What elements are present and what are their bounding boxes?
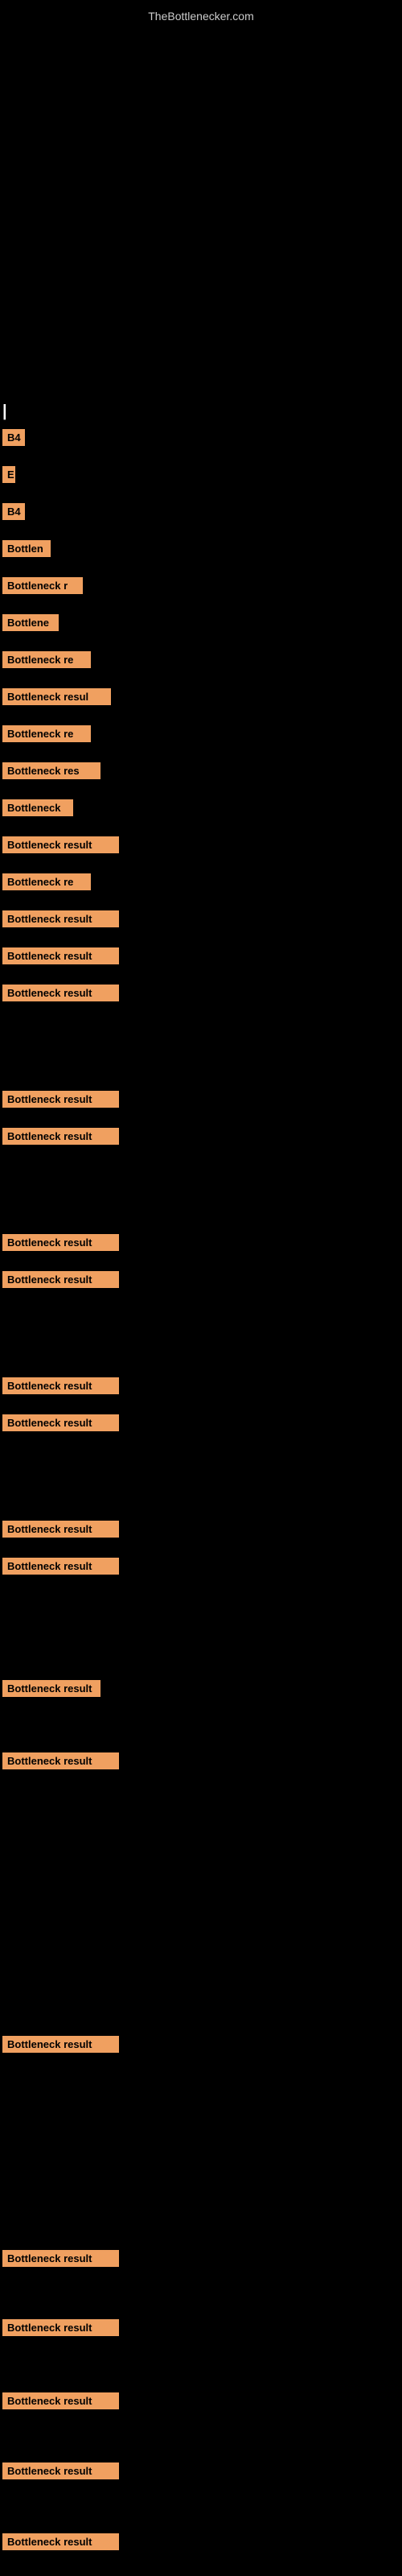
bottleneck-label-20: Bottleneck result bbox=[2, 1271, 119, 1288]
bottleneck-label-32: Bottleneck result bbox=[2, 2533, 119, 2550]
bottleneck-label-6: Bottlene bbox=[2, 614, 59, 631]
bottleneck-label-24: Bottleneck result bbox=[2, 1558, 119, 1575]
bottleneck-label-1: B4 bbox=[2, 429, 25, 446]
bottleneck-label-11: Bottleneck bbox=[2, 799, 73, 816]
bottleneck-label-23: Bottleneck result bbox=[2, 1521, 119, 1538]
bottleneck-label-15: Bottleneck result bbox=[2, 947, 119, 964]
bottleneck-label-12: Bottleneck result bbox=[2, 836, 119, 853]
bottleneck-label-14: Bottleneck result bbox=[2, 910, 119, 927]
bottleneck-label-27: Bottleneck result bbox=[2, 2036, 119, 2053]
bottleneck-label-17: Bottleneck result bbox=[2, 1091, 119, 1108]
bottleneck-label-16: Bottleneck result bbox=[2, 985, 119, 1001]
cursor-indicator: | bbox=[2, 402, 7, 421]
bottleneck-label-10: Bottleneck res bbox=[2, 762, 100, 779]
bottleneck-label-3: B4 bbox=[2, 503, 25, 520]
bottleneck-label-2: E bbox=[2, 466, 15, 483]
bottleneck-label-19: Bottleneck result bbox=[2, 1234, 119, 1251]
bottleneck-label-30: Bottleneck result bbox=[2, 2392, 119, 2409]
bottleneck-label-31: Bottleneck result bbox=[2, 2462, 119, 2479]
bottleneck-label-25: Bottleneck result bbox=[2, 1680, 100, 1697]
bottleneck-label-4: Bottlen bbox=[2, 540, 51, 557]
bottleneck-label-28: Bottleneck result bbox=[2, 2250, 119, 2267]
bottleneck-label-18: Bottleneck result bbox=[2, 1128, 119, 1145]
bottleneck-label-9: Bottleneck re bbox=[2, 725, 91, 742]
bottleneck-label-22: Bottleneck result bbox=[2, 1414, 119, 1431]
bottleneck-label-5: Bottleneck r bbox=[2, 577, 83, 594]
bottleneck-label-8: Bottleneck resul bbox=[2, 688, 111, 705]
bottleneck-label-7: Bottleneck re bbox=[2, 651, 91, 668]
bottleneck-label-26: Bottleneck result bbox=[2, 1752, 119, 1769]
bottleneck-label-13: Bottleneck re bbox=[2, 873, 91, 890]
bottleneck-label-21: Bottleneck result bbox=[2, 1377, 119, 1394]
bottleneck-label-29: Bottleneck result bbox=[2, 2319, 119, 2336]
site-title: TheBottlenecker.com bbox=[0, 3, 402, 29]
